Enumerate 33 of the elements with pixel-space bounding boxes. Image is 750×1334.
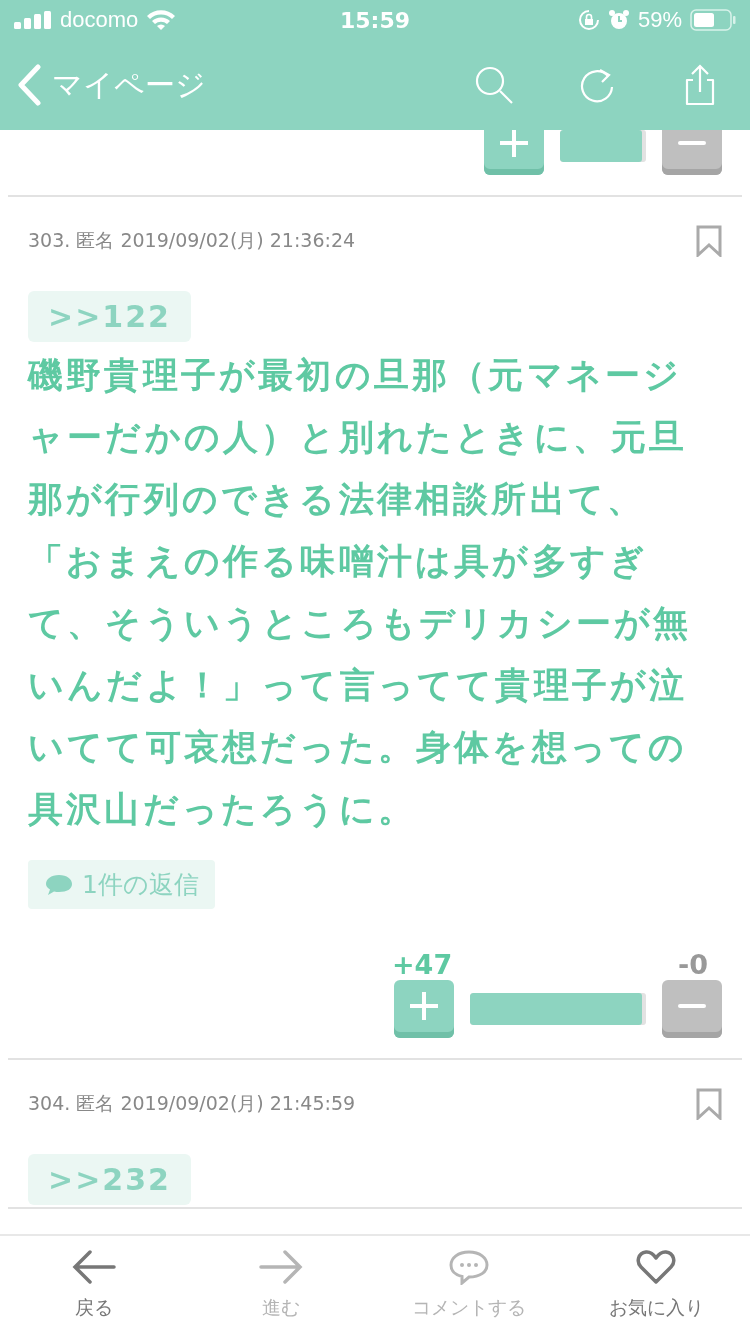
signal-icon (14, 11, 52, 29)
reply-anchor-link[interactable]: >>232 (28, 1154, 191, 1205)
post-paragraph: 「おまえの作る味噌汁は具が多すぎて、そういうところもデリカシーが無いんだよ！」って言ってて貴理子が泣いてて可哀想だった。身体を想っての具沢山だったろうに。 (28, 540, 693, 831)
post-paragraph: 磯野貴理子が最初の旦那（元マネージャーだかの人）と別れたときに、元旦那が行列のできる法律相談所出て、 (28, 354, 689, 521)
wifi-icon (146, 9, 177, 31)
alarm-icon (607, 9, 630, 31)
plus-button[interactable] (394, 980, 454, 1038)
clock-time: 15:59 (340, 7, 410, 33)
tab-bar-item[interactable]: 戻る (0, 1236, 188, 1334)
battery-percent: 59% (637, 7, 682, 33)
back-button[interactable]: マイページ (16, 64, 206, 106)
back-arrow-icon (71, 1249, 116, 1285)
chevron-icon (16, 64, 42, 106)
search-icon[interactable] (474, 65, 514, 105)
bookmark-icon[interactable] (696, 225, 722, 257)
post-meta: 304. 匿名 2019/09/02(月) 21:45:59 (28, 1091, 356, 1116)
tab-bar-item[interactable]: お気に入り (562, 1236, 750, 1334)
minus-count: -0 (678, 949, 709, 980)
speech-bubble-icon (447, 1249, 490, 1285)
reply-anchor-link[interactable]: >>122 (28, 291, 191, 342)
plus-button[interactable] (484, 130, 544, 175)
forward-arrow-icon (259, 1249, 304, 1285)
bookmark-icon[interactable] (696, 1088, 722, 1120)
rotation-lock-icon (577, 9, 600, 31)
minus-button[interactable] (662, 130, 722, 175)
heart-icon (636, 1249, 677, 1285)
plus-count: +47 (392, 949, 453, 980)
battery-icon (690, 9, 736, 31)
post-meta: 303. 匿名 2019/09/02(月) 21:36:24 (28, 228, 356, 253)
minus-button[interactable] (662, 980, 722, 1038)
reload-icon[interactable] (580, 66, 616, 104)
carrier-name: docomo (60, 7, 139, 33)
replies-button[interactable]: 1件の返信 (28, 860, 215, 909)
